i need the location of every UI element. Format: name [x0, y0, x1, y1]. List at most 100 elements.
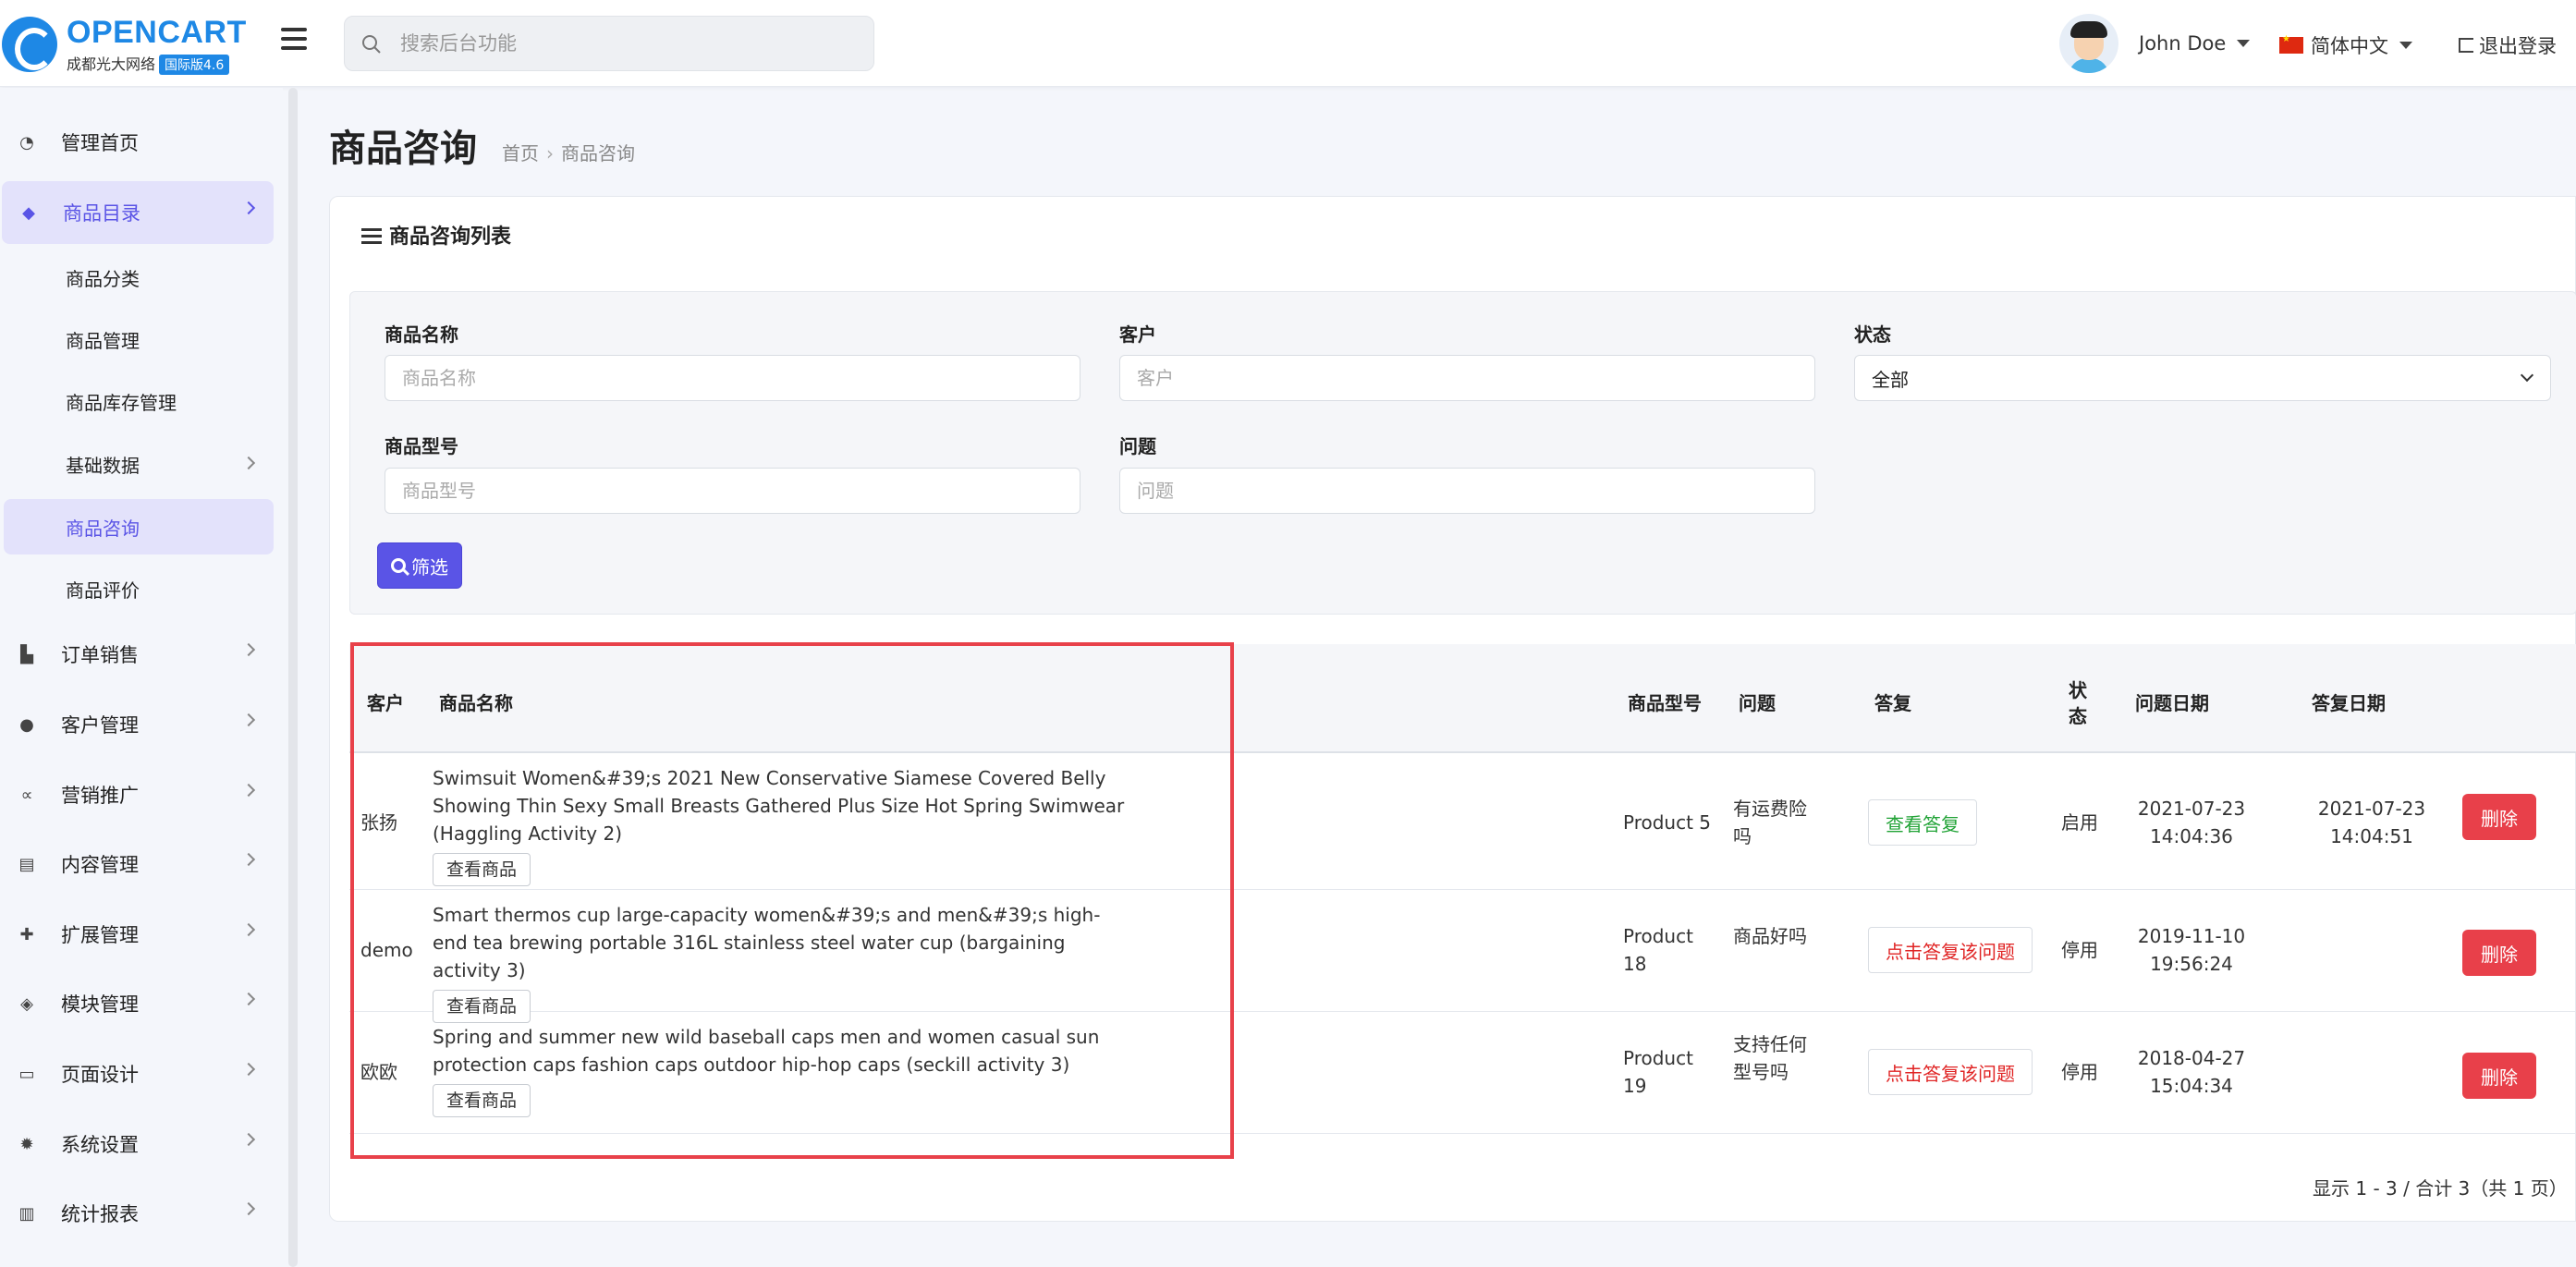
row-question-date: 2018-04-27 15:04:34	[2137, 1047, 2246, 1097]
bar-chart-icon: ▥	[18, 1203, 35, 1224]
sidebar-subitem-inquiries[interactable]: 商品咨询	[4, 499, 274, 554]
sidebar-scrollbar[interactable]	[288, 88, 298, 1267]
reply-question-button[interactable]: 点击答复该问题	[1868, 927, 2033, 973]
filter-panel: 商品名称 客户 状态 全部 商品型号 问题	[349, 291, 2576, 615]
chevron-right-icon	[241, 1062, 256, 1077]
logout-link[interactable]: 退出登录	[2459, 31, 2557, 59]
user-icon: ●	[19, 714, 34, 735]
search-box[interactable]	[344, 16, 874, 71]
sidebar-item-label: 营销推广	[61, 785, 139, 807]
filter-question-input[interactable]	[1119, 468, 1815, 514]
cog-icon: ✹	[19, 1134, 34, 1154]
chevron-right-icon	[241, 783, 256, 798]
card-title: 商品咨询列表	[330, 197, 2575, 250]
tags-icon: ◆	[22, 202, 35, 223]
chevron-down-icon	[2520, 368, 2534, 383]
chevron-right-icon	[241, 992, 256, 1006]
chevron-right-icon	[241, 1132, 256, 1147]
china-flag-icon	[2279, 34, 2303, 54]
brand-subtitle: 成都光大网络 国际版4.6	[67, 52, 230, 75]
page-title: 商品咨询	[329, 128, 477, 170]
sidebar-item-modules[interactable]: ◈ 模块管理	[0, 972, 274, 1035]
sidebar-subitem-inventory[interactable]: 商品库存管理	[4, 373, 274, 429]
filter-status-select[interactable]: 全部	[1854, 355, 2551, 401]
chevron-down-icon	[2399, 42, 2412, 49]
filter-status-label: 状态	[1854, 323, 1891, 346]
search-icon	[391, 558, 406, 573]
user-menu[interactable]: John Doe	[2059, 14, 2251, 73]
reply-question-button[interactable]: 点击答复该问题	[1868, 1049, 2033, 1095]
sidebar-item-design[interactable]: ▭ 页面设计	[0, 1042, 274, 1105]
logout-icon	[2459, 38, 2473, 53]
search-input[interactable]	[400, 26, 853, 61]
sidebar-subitem-products[interactable]: 商品管理	[4, 311, 274, 367]
chevron-right-icon	[241, 456, 256, 470]
chevron-down-icon	[2237, 40, 2251, 47]
col-question-date[interactable]: 问题日期	[2135, 688, 2209, 715]
delete-button[interactable]: 删除	[2462, 794, 2536, 840]
brand-logo[interactable]: OPENCART 成都光大网络 国际版4.6	[0, 13, 250, 75]
filter-product-name-input[interactable]	[385, 355, 1080, 401]
row-model: Product 5	[1623, 811, 1712, 834]
sidebar-subitem-basic-data[interactable]: 基础数据	[4, 436, 274, 492]
row-question: 支持任何型号吗	[1733, 1033, 1807, 1083]
book-icon: ▤	[18, 854, 35, 874]
col-reply: 答复	[1874, 692, 1911, 714]
delete-button[interactable]: 删除	[2462, 930, 2536, 976]
chevron-right-icon	[241, 201, 256, 215]
filter-model-input[interactable]	[385, 468, 1080, 514]
row-model: Product 18	[1623, 925, 1693, 975]
filter-button[interactable]: 筛选	[377, 542, 462, 589]
sidebar-item-content[interactable]: ▤ 内容管理	[0, 833, 274, 895]
col-question: 问题	[1739, 692, 1776, 714]
row-status: 停用	[2061, 939, 2098, 961]
sidebar-item-label: 基础数据	[66, 454, 140, 477]
share-icon: ∝	[20, 785, 33, 805]
delete-button[interactable]: 删除	[2462, 1053, 2536, 1099]
chevron-right-icon	[241, 1201, 256, 1216]
sidebar-item-extensions[interactable]: ✚ 扩展管理	[0, 903, 274, 966]
avatar	[2059, 14, 2118, 73]
row-question-date: 2021-07-23 14:04:36	[2137, 798, 2246, 847]
sidebar-item-reports[interactable]: ▥ 统计报表	[0, 1182, 274, 1245]
pagination-info: 显示 1 - 3 / 合计 3（共 1 页）	[2313, 1177, 2568, 1200]
sidebar-item-customers[interactable]: ● 客户管理	[0, 693, 274, 756]
sidebar-item-catalog[interactable]: ◆ 商品目录	[2, 181, 274, 244]
logout-label: 退出登录	[2479, 35, 2557, 57]
sidebar-item-label: 内容管理	[61, 854, 139, 876]
breadcrumb-home[interactable]: 首页	[502, 142, 539, 164]
list-icon	[361, 228, 382, 245]
filter-customer-input[interactable]	[1119, 355, 1815, 401]
top-header: OPENCART 成都光大网络国际版4.6 John Doe 简体中文 退出登录	[0, 0, 2576, 87]
sidebar-subitem-category[interactable]: 商品分类	[4, 250, 274, 305]
sidebar-item-settings[interactable]: ✹ 系统设置	[0, 1113, 274, 1176]
sidebar-item-orders[interactable]: ▙ 订单销售	[0, 623, 274, 686]
sidebar-item-label: 客户管理	[61, 714, 139, 737]
sidebar-subitem-reviews[interactable]: 商品评价	[4, 561, 274, 616]
sidebar-item-marketing[interactable]: ∝ 营销推广	[0, 763, 274, 826]
sidebar-item-label: 页面设计	[61, 1064, 139, 1086]
view-reply-button[interactable]: 查看答复	[1868, 799, 1977, 846]
sidebar-item-label: 管理首页	[61, 132, 139, 154]
language-label: 简体中文	[2311, 35, 2388, 57]
opencart-logo-icon	[2, 17, 57, 72]
sidebar-item-label: 扩展管理	[61, 924, 139, 946]
brand-name: OPENCART	[67, 15, 247, 50]
sidebar-item-label: 系统设置	[61, 1134, 139, 1156]
menu-toggle-icon[interactable]	[281, 28, 307, 55]
filter-customer-label: 客户	[1119, 323, 1156, 346]
row-question: 商品好吗	[1733, 925, 1807, 947]
col-reply-date[interactable]: 答复日期	[2312, 688, 2386, 715]
user-name: John Doe	[2139, 32, 2227, 55]
col-status[interactable]: 状态	[2069, 677, 2089, 729]
sidebar-item-dashboard[interactable]: ◔ 管理首页	[0, 111, 274, 174]
puzzle-icon: ✚	[19, 924, 34, 944]
sidebar-item-label: 订单销售	[61, 644, 139, 666]
row-reply-date: 2021-07-23 14:04:51	[2317, 798, 2426, 847]
language-switcher[interactable]: 简体中文	[2279, 31, 2412, 59]
row-status: 停用	[2061, 1061, 2098, 1083]
chevron-right-icon	[241, 852, 256, 867]
col-model[interactable]: 商品型号	[1628, 688, 1702, 715]
highlight-box	[350, 642, 1234, 1159]
chevron-right-icon	[241, 713, 256, 727]
